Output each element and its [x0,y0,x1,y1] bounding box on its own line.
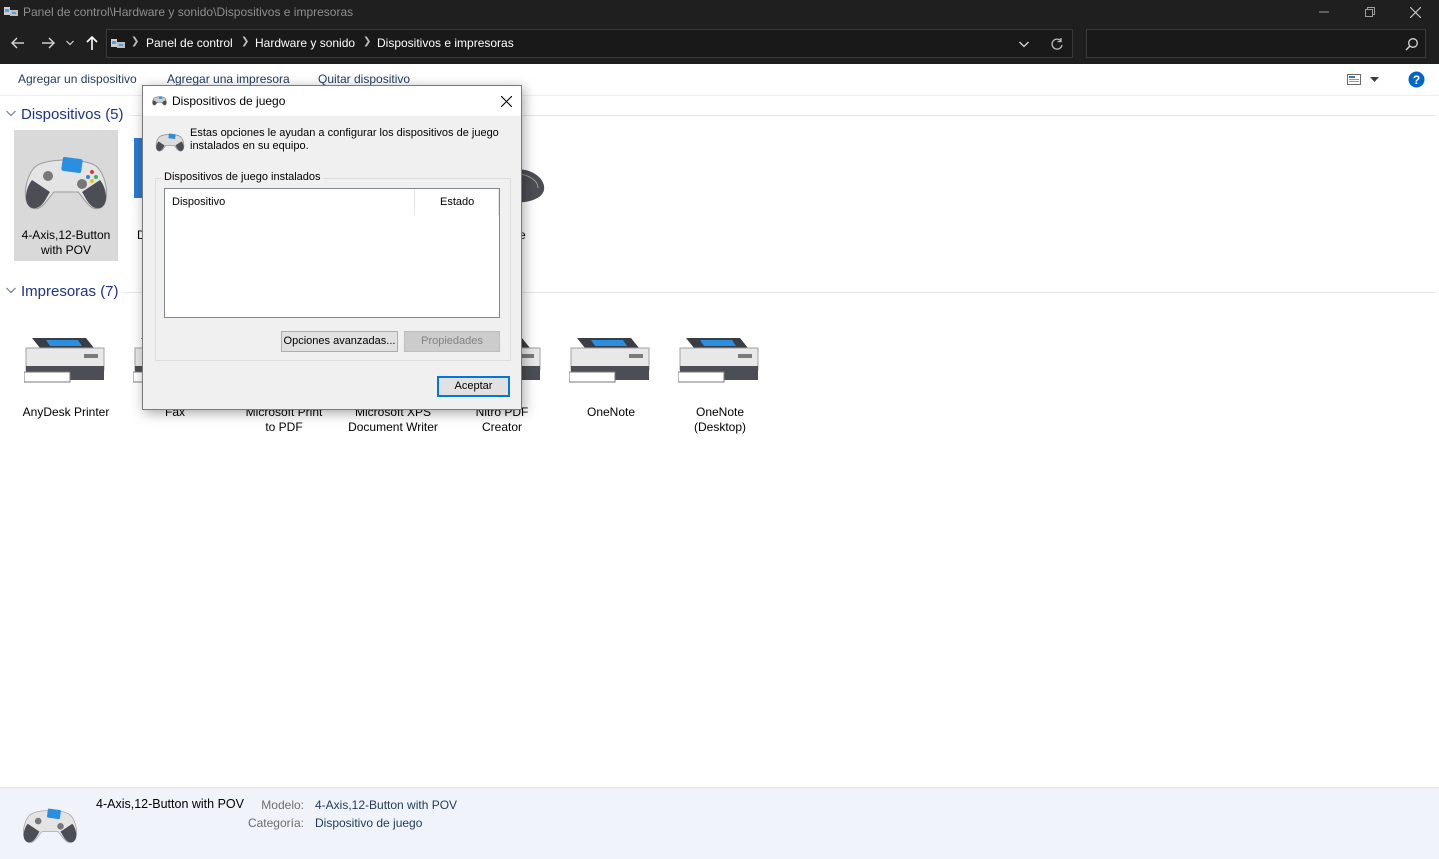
printer-icon [678,338,759,383]
breadcrumb-hardware-y-sonido[interactable]: Hardware y sonido [255,36,355,50]
printer-label: OneNote [559,405,663,420]
device-label: 4-Axis,12-Button with POV [14,228,118,258]
printer-icon [569,338,650,383]
breadcrumb-separator-icon[interactable]: ❯ [363,36,371,47]
printer-label-line2: Creator [481,420,522,434]
installed-devices-list[interactable]: Dispositivo Estado [164,188,500,318]
details-category-key: Categoría: [247,816,304,830]
dialog-close-button[interactable] [491,86,521,116]
printer-icon [24,338,105,383]
column-divider[interactable] [414,189,415,215]
device-label-line2: with POV [40,243,91,257]
gamepad-icon [152,96,167,106]
devices-group-label: Dispositivos (5) [21,106,124,123]
printer-label-line2: to PDF [265,420,303,434]
printer-label-line2: Document Writer [348,420,438,434]
device-label: se [513,228,617,243]
printer-label-line1: OneNote [695,405,745,419]
printer-item[interactable]: AnyDesk Printer [14,320,118,440]
restore-icon [1365,7,1375,17]
gamepad-icon [22,808,78,843]
collapse-chevron-icon[interactable] [6,287,16,294]
gamepad-icon [155,133,185,152]
window-titlebar: Panel de control\Hardware y sonido\Dispo… [0,0,1439,24]
printer-label-line2: (Desktop) [693,420,746,434]
details-category-value: Dispositivo de juego [315,816,423,830]
remove-device-button[interactable]: Quitar dispositivo [318,72,410,86]
printer-label: AnyDesk Printer [14,405,118,420]
details-model-key: Modelo: [261,798,304,812]
gamepad-icon [24,156,108,210]
devices-printers-icon [111,39,125,48]
installed-devices-group-label: Dispositivos de juego instalados [162,171,323,183]
breadcrumb-separator-icon[interactable]: ❯ [241,36,249,47]
advanced-options-button[interactable]: Opciones avanzadas... [281,331,398,352]
breadcrumb-dispositivos-e-impresoras[interactable]: Dispositivos e impresoras [377,36,514,50]
collapse-chevron-icon[interactable] [6,110,16,117]
minimize-icon [1319,11,1329,13]
printer-item[interactable]: OneNote (Desktop) [668,320,772,440]
column-header-device[interactable]: Dispositivo [172,189,225,215]
ok-button[interactable]: Aceptar [437,376,510,397]
close-icon [1409,6,1421,18]
dialog-description: Estas opciones le ayudan a configurar lo… [190,127,499,152]
navigation-bar: ❯ Panel de control ❯ Hardware y sonido ❯… [0,24,1439,64]
column-divider[interactable] [498,189,499,215]
column-header-status[interactable]: Estado [440,189,474,215]
add-printer-button[interactable]: Agregar una impresora [167,72,290,86]
up-button[interactable] [82,32,102,54]
search-box[interactable] [1086,29,1426,58]
printers-group-label: Impresoras (7) [21,283,119,300]
add-device-button[interactable]: Agregar un dispositivo [18,72,137,86]
printer-label-line1: OneNote [586,405,636,419]
help-icon[interactable]: ? [1408,71,1425,88]
printer-item[interactable]: OneNote [559,320,663,440]
forward-button[interactable] [38,32,58,54]
address-dropdown-chevron-icon[interactable] [1019,41,1029,48]
details-device-name: 4-Axis,12-Button with POV [96,797,244,811]
printer-label-line1: AnyDesk Printer [22,405,110,419]
device-item-gamepad[interactable]: 4-Axis,12-Button with POV [14,130,118,261]
arrow-up-icon [86,36,98,50]
printer-label: OneNote (Desktop) [668,405,772,435]
device-label-line1: 4-Axis,12-Button [21,228,111,242]
window-title: Panel de control\Hardware y sonido\Dispo… [23,5,354,19]
details-model-value: 4-Axis,12-Button with POV [315,798,458,812]
close-window-button[interactable] [1392,0,1438,24]
view-options-dropdown-icon[interactable] [1370,77,1379,83]
back-button[interactable] [8,32,28,54]
close-icon [500,95,512,107]
game-controllers-dialog: Dispositivos de juego Estas opciones le … [142,85,522,410]
svg-text:?: ? [1413,73,1420,87]
recent-locations-button[interactable] [63,32,77,54]
arrow-left-icon [11,37,24,49]
devices-printers-app-icon [4,7,18,16]
details-pane: 4-Axis,12-Button with POV Modelo: 4-Axis… [0,787,1439,859]
minimize-button[interactable] [1301,0,1347,24]
chevron-down-icon [66,40,74,46]
dialog-title: Dispositivos de juego [172,94,286,108]
breadcrumb-separator-icon[interactable]: ❯ [131,36,139,47]
properties-button[interactable]: Propiedades [404,331,500,352]
refresh-icon[interactable] [1050,37,1064,51]
restore-button[interactable] [1347,0,1393,24]
breadcrumb-panel-de-control[interactable]: Panel de control [146,36,233,50]
change-view-icon[interactable] [1347,74,1361,85]
address-bar[interactable]: ❯ Panel de control ❯ Hardware y sonido ❯… [106,29,1073,58]
dialog-titlebar: Dispositivos de juego [143,86,521,116]
search-icon[interactable] [1405,37,1419,51]
arrow-right-icon [42,37,55,49]
